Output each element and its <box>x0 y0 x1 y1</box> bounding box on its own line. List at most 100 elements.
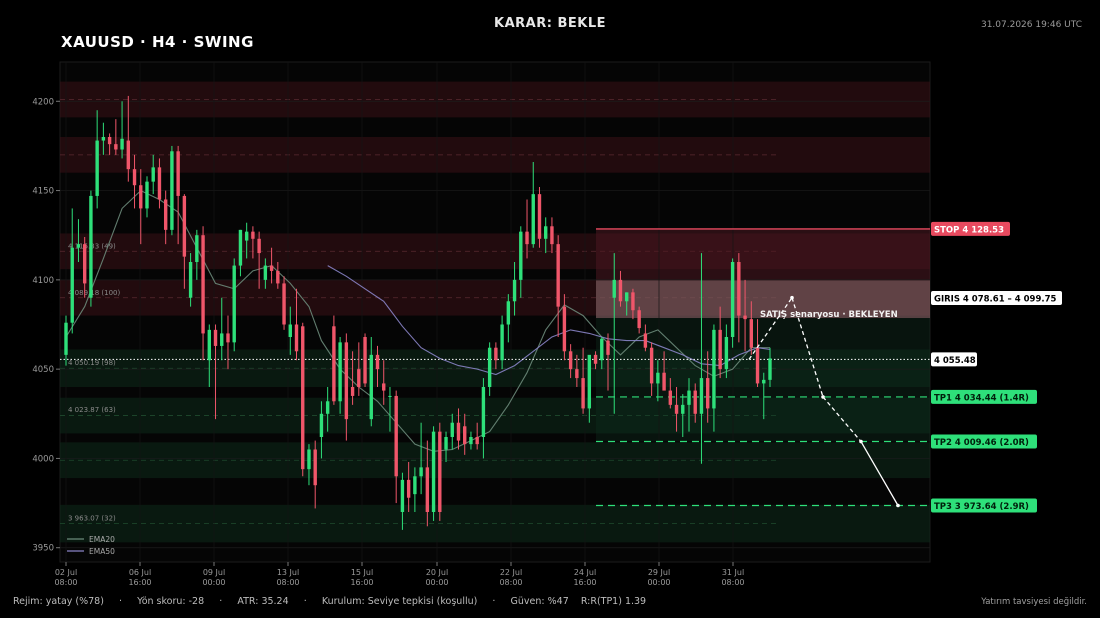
x-tick-time: 00:00 <box>425 578 448 587</box>
risk-zone <box>596 228 930 281</box>
candle-body <box>730 262 735 337</box>
x-tick-time: 16:00 <box>128 578 151 587</box>
y-tick-label: 4100 <box>32 276 54 286</box>
x-tick-date: 02 Jul <box>55 568 77 577</box>
candle-body <box>463 426 467 445</box>
candle-body <box>188 262 193 298</box>
candle-body <box>95 140 99 196</box>
level-tags: STOP 4 128.53 GIRIS 4 078.61 – 4 099.75 4 … <box>931 221 1062 513</box>
candle-body <box>469 437 473 445</box>
candle-body <box>114 144 118 150</box>
candle-body <box>319 413 324 437</box>
x-tick-date: 22 Jul <box>500 568 522 577</box>
y-tick-label: 4050 <box>32 365 54 375</box>
legend-ema20-label: EMA20 <box>89 535 115 544</box>
candle-body <box>674 404 679 414</box>
candle-body <box>201 235 205 334</box>
candle-body <box>705 378 710 409</box>
candle-body <box>132 169 137 186</box>
candle-body <box>456 422 461 441</box>
x-tick-time: 08:00 <box>721 578 744 587</box>
candle-body <box>668 390 673 405</box>
candle-body <box>288 324 292 337</box>
candle-body <box>618 279 623 302</box>
candle-body <box>257 238 261 254</box>
x-tick-time: 00:00 <box>647 578 670 587</box>
candle-body <box>375 354 380 370</box>
candle-body <box>575 369 579 379</box>
candle-body <box>475 437 479 445</box>
candle-body <box>82 244 87 284</box>
candle-body <box>438 431 442 512</box>
candle-body <box>313 449 317 486</box>
candle-body <box>269 265 274 271</box>
candle-body <box>737 262 741 316</box>
candle-body <box>344 342 349 420</box>
candle-body <box>762 379 766 384</box>
candle-body <box>450 422 454 437</box>
y-tick-label: 4000 <box>32 454 54 464</box>
entry-tag: GIRIS 4 078.61 – 4 099.75 <box>931 291 1062 305</box>
candle-body <box>357 369 361 387</box>
candle-body <box>394 395 398 477</box>
candle-body <box>593 354 598 364</box>
tp3-tag: TP3 3 973.64 (2.9R) <box>931 498 1037 513</box>
candle-body <box>519 231 523 280</box>
x-tick-time: 16:00 <box>573 578 596 587</box>
zone-label: 4 050.19 (98) <box>68 359 116 367</box>
candle-body <box>425 467 430 512</box>
candle-body <box>743 315 747 320</box>
tp2-tag-label: TP2 4 009.46 (2.0R) <box>934 438 1029 448</box>
candle-body <box>712 329 716 409</box>
x-tick-date: 13 Jul <box>277 568 299 577</box>
x-tick-time: 08:00 <box>54 578 77 587</box>
stats-footer: Rejim: yatay (%78) · Yön skoru: -28 · AT… <box>13 596 647 607</box>
candle-body <box>419 467 423 477</box>
candle-body <box>70 247 74 323</box>
candle-body <box>325 401 330 414</box>
candle-body <box>550 226 554 245</box>
candle-body <box>537 194 542 239</box>
candle-body <box>388 395 392 397</box>
candle-body <box>101 137 106 141</box>
candle-body <box>512 279 517 302</box>
candle-body <box>581 378 585 409</box>
candle-body <box>562 306 567 352</box>
candle-body <box>369 354 373 420</box>
candle-body <box>307 449 311 470</box>
candle-body <box>151 167 155 182</box>
candle-body <box>487 347 492 387</box>
scenario-point <box>896 503 900 508</box>
candle-body <box>263 265 268 280</box>
candle-body <box>587 354 592 409</box>
candle-body <box>207 329 211 361</box>
x-tick-time: 08:00 <box>276 578 299 587</box>
candle-body <box>350 387 355 396</box>
tp2-tag: TP2 4 009.46 (2.0R) <box>931 434 1037 449</box>
candle-body <box>637 310 641 329</box>
candle-body <box>76 244 81 248</box>
candle-body <box>213 329 218 346</box>
zone-label: 3 963.07 (32) <box>68 514 116 522</box>
entry-tag-label: GIRIS 4 078.61 – 4 099.75 <box>934 295 1057 305</box>
zone-label: 4 089.18 (100) <box>68 289 120 297</box>
candle-body <box>413 476 417 495</box>
current-tag-label: 4 055.48 <box>934 356 976 366</box>
candle-body <box>282 283 286 325</box>
candle-body <box>89 195 93 298</box>
candle-body <box>612 279 616 298</box>
candle-body <box>145 181 149 209</box>
candle-body <box>506 301 511 325</box>
candle-body <box>294 324 299 352</box>
stop-tag: STOP 4 128.53 <box>931 221 1010 236</box>
candle-body <box>139 185 143 209</box>
candle-body <box>662 372 666 391</box>
candle-body <box>544 226 548 239</box>
candle-body <box>556 244 560 307</box>
candle-body <box>251 231 255 239</box>
tp1-tag: TP1 4 034.44 (1.4R) <box>931 389 1037 404</box>
candle-body <box>525 231 529 245</box>
y-tick-label: 4150 <box>32 187 54 197</box>
candle-body <box>699 378 704 414</box>
candle-body <box>643 333 648 348</box>
